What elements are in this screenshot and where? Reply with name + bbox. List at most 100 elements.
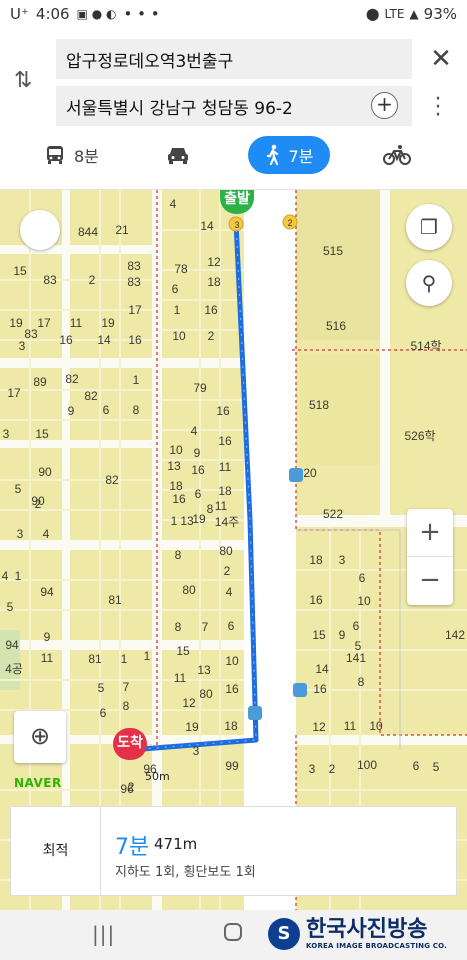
map-view[interactable]: 4 14 3 2 515 516 514학 518 526학 20 522 78 18 83 844…: [0, 190, 467, 910]
clock: 4:06: [35, 5, 70, 23]
add-waypoint-button[interactable]: +: [371, 92, 398, 119]
svg-text:5: 5: [433, 760, 440, 774]
svg-text:12: 12: [312, 720, 326, 734]
screen: U⁺ 4:06 ▣ ● ◐ • • • ⬤ LTE ▲ 93% ⇅ 압구정로데오…: [0, 0, 467, 960]
svg-text:1: 1: [15, 569, 22, 583]
svg-text:16: 16: [218, 434, 232, 448]
svg-text:21: 21: [115, 223, 129, 237]
svg-text:5: 5: [15, 482, 22, 496]
svg-text:13: 13: [167, 459, 181, 473]
svg-text:15: 15: [13, 264, 27, 278]
svg-text:11: 11: [215, 499, 228, 513]
svg-text:8: 8: [175, 548, 182, 562]
svg-text:89: 89: [33, 375, 47, 389]
svg-text:1: 1: [121, 652, 128, 666]
swap-icon[interactable]: ⇅: [14, 68, 40, 98]
destination-field[interactable]: 서울특별시 강남구 청담동 96-2: [56, 86, 412, 126]
mode-walk-label: 7분: [288, 147, 314, 166]
watermark-title: 한국사진방송: [306, 917, 428, 942]
svg-text:80: 80: [199, 687, 213, 701]
svg-text:80: 80: [219, 544, 233, 558]
svg-text:99: 99: [225, 759, 239, 773]
mode-bike[interactable]: [383, 136, 411, 174]
svg-text:4: 4: [191, 424, 198, 438]
svg-text:19: 19: [9, 316, 23, 330]
svg-text:80: 80: [182, 583, 196, 597]
svg-text:18: 18: [309, 553, 323, 567]
car-icon: [168, 148, 188, 164]
location-status-icon: ⬤: [366, 7, 380, 21]
layers-icon[interactable]: ❐: [406, 204, 452, 250]
svg-text:83: 83: [24, 327, 38, 341]
svg-text:3: 3: [339, 553, 346, 567]
svg-text:17: 17: [37, 316, 51, 330]
origin-field[interactable]: 압구정로데오역3번출구: [56, 39, 412, 79]
mode-transit[interactable]: 8분: [44, 136, 99, 174]
svg-text:6: 6: [195, 487, 202, 501]
more-notifications: • • •: [123, 5, 160, 23]
svg-text:94: 94: [5, 638, 19, 652]
svg-text:19: 19: [185, 720, 199, 734]
route-summary-card[interactable]: 최적 7분 471m 지하도 1회, 횡단보도 1회: [10, 806, 457, 896]
svg-text:142: 142: [445, 628, 465, 642]
svg-text:13: 13: [197, 663, 211, 677]
svg-text:844: 844: [78, 225, 98, 239]
my-location-icon[interactable]: ⊕: [14, 711, 66, 763]
more-options-icon[interactable]: · · ·: [430, 89, 446, 127]
route-distance: 471m: [154, 835, 198, 853]
svg-text:16: 16: [216, 404, 230, 418]
compass-icon[interactable]: [20, 210, 60, 250]
mode-transit-label: 8분: [74, 147, 99, 166]
svg-text:9: 9: [44, 630, 51, 644]
svg-text:90: 90: [31, 494, 45, 508]
svg-text:8: 8: [358, 675, 365, 689]
svg-text:4: 4: [170, 197, 177, 211]
mode-walk[interactable]: 7분: [248, 136, 330, 174]
route-detail: 지하도 1회, 횡단보도 1회: [115, 865, 256, 880]
svg-text:81: 81: [88, 652, 102, 666]
svg-text:515: 515: [323, 244, 343, 258]
svg-text:10: 10: [172, 329, 186, 343]
svg-text:18: 18: [207, 275, 221, 289]
svg-text:5: 5: [98, 681, 105, 695]
svg-text:16: 16: [191, 463, 205, 477]
svg-text:83: 83: [127, 259, 141, 273]
svg-text:2: 2: [208, 329, 215, 343]
walk-icon: [266, 144, 278, 166]
svg-text:9: 9: [68, 404, 75, 418]
carrier-label: U⁺: [10, 5, 29, 23]
mode-car[interactable]: [166, 136, 190, 174]
svg-text:12: 12: [207, 255, 221, 269]
end-pin[interactable]: 도착: [113, 728, 147, 760]
svg-text:16: 16: [204, 303, 218, 317]
map-scale: 50m: [145, 770, 170, 783]
home-icon[interactable]: [224, 923, 242, 941]
svg-text:2: 2: [329, 762, 336, 776]
svg-text:11: 11: [219, 460, 232, 474]
svg-text:4: 4: [2, 569, 9, 583]
route-time: 7분: [115, 835, 150, 860]
svg-text:5: 5: [355, 639, 362, 653]
svg-text:78: 78: [174, 262, 188, 276]
zoom-in-button[interactable]: +: [407, 509, 453, 557]
recent-apps-icon[interactable]: |||: [92, 922, 115, 946]
svg-text:2: 2: [287, 218, 292, 228]
close-icon[interactable]: ✕: [426, 44, 456, 74]
zoom-out-button[interactable]: −: [407, 557, 453, 605]
route-option-label: 최적: [11, 807, 101, 895]
svg-text:15: 15: [176, 644, 190, 658]
svg-text:90: 90: [38, 465, 52, 479]
svg-text:3: 3: [3, 427, 10, 441]
svg-text:11: 11: [174, 671, 187, 685]
pin-icon[interactable]: ⚲: [406, 260, 452, 306]
system-nav-bar: ||| S 한국사진방송 KOREA IMAGE BROADCASTING CO…: [0, 910, 467, 960]
svg-text:3: 3: [234, 220, 239, 230]
svg-text:82: 82: [105, 473, 119, 487]
svg-text:14: 14: [315, 662, 329, 676]
svg-text:100: 100: [357, 758, 377, 772]
svg-text:83: 83: [127, 275, 141, 289]
notification-icon: ▣ ● ◐: [76, 7, 117, 21]
svg-text:10: 10: [225, 654, 239, 668]
svg-text:11: 11: [70, 316, 83, 330]
map-canvas: 414 3 2 515516514학 518526학20522 781883 844…: [0, 190, 467, 910]
